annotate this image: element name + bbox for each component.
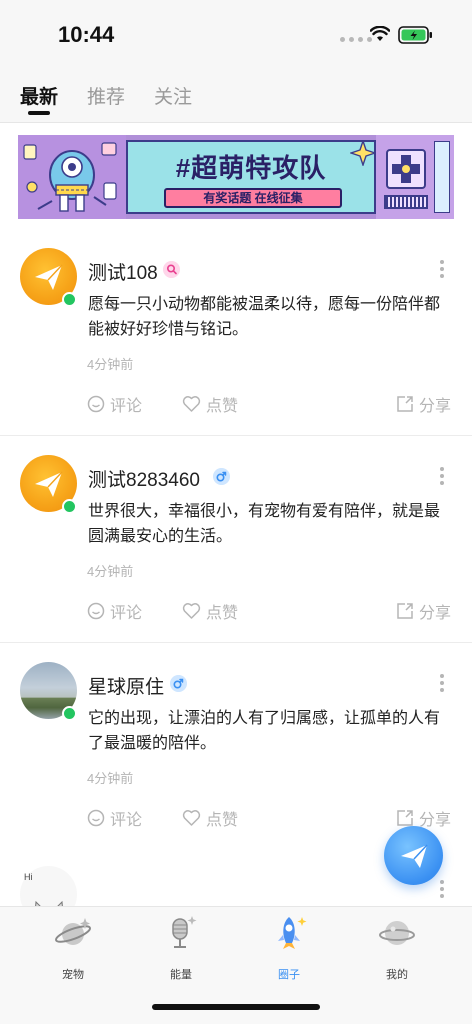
heart-icon (182, 396, 201, 412)
battery-icon (398, 26, 432, 44)
wifi-icon (370, 26, 390, 41)
post-time: 4分钟前 (87, 564, 134, 579)
topic-banner[interactable]: #超萌特攻队 有奖话题 在线征集 (18, 135, 454, 219)
banner-section: #超萌特攻队 有奖话题 在线征集 (0, 122, 472, 230)
comment-button[interactable]: 评论 (87, 806, 142, 830)
banner-subtitle: 有奖话题 在线征集 (164, 188, 342, 208)
online-status-dot (62, 292, 77, 307)
more-options-icon[interactable] (440, 260, 444, 278)
avatar-caption: Hi (24, 872, 33, 882)
like-label: 点赞 (206, 605, 239, 622)
username[interactable]: 星球原住 (88, 672, 164, 699)
share-button[interactable]: 分享 (396, 392, 451, 416)
post-content: 世界很大，幸福很小，有宠物有爱有陪伴，就是最圆满最安心的生活。 (88, 503, 441, 545)
sparkle-icon (350, 140, 376, 166)
comment-button[interactable]: 评论 (87, 392, 142, 416)
send-icon (401, 844, 428, 868)
banner-title: #超萌特攻队 (175, 153, 327, 183)
share-label: 分享 (419, 605, 452, 622)
tab-latest[interactable]: 最新 (20, 82, 58, 109)
like-button[interactable]: 点赞 (182, 392, 238, 416)
share-icon (397, 396, 413, 412)
more-options-icon[interactable] (440, 467, 444, 485)
share-label: 分享 (419, 398, 452, 415)
post-time: 4分钟前 (87, 357, 134, 372)
status-time: 10:44 (58, 22, 115, 47)
post-feed: 测试108 愿每一只小动物都能被温柔以待，愿每一份陪伴都能被好好珍惜与铭记。 4… (0, 230, 472, 906)
share-icon (397, 603, 413, 619)
dpad-icon (386, 149, 426, 189)
signal-dots-icon (340, 37, 372, 42)
comment-icon (87, 602, 105, 620)
share-button[interactable]: 分享 (396, 599, 451, 623)
share-label: 分享 (419, 812, 452, 829)
like-label: 点赞 (206, 398, 239, 415)
comment-label: 评论 (110, 812, 143, 829)
more-options-icon[interactable] (440, 880, 444, 898)
female-icon (163, 261, 180, 278)
comment-icon (87, 395, 105, 413)
post-actions: 评论 点赞 分享 (0, 392, 472, 418)
like-label: 点赞 (206, 812, 239, 829)
more-options-icon[interactable] (440, 674, 444, 692)
status-bar: 10:44 (0, 0, 472, 70)
planet-icon (54, 918, 92, 945)
banner-title-panel: #超萌特攻队 有奖话题 在线征集 (126, 140, 376, 214)
feed-tabs: 最新 推荐 关注 (0, 70, 472, 122)
nav-circle[interactable]: 圈子 (254, 913, 324, 982)
tab-following[interactable]: 关注 (154, 82, 192, 109)
publish-fab-button[interactable] (384, 826, 443, 885)
nav-profile[interactable]: 我的 (362, 913, 432, 982)
online-status-dot (62, 499, 77, 514)
comment-label: 评论 (110, 605, 143, 622)
comment-icon (87, 809, 105, 827)
comment-button[interactable]: 评论 (87, 599, 142, 623)
share-icon (397, 810, 413, 826)
male-icon (213, 468, 230, 485)
post-time: 4分钟前 (87, 771, 134, 786)
username[interactable]: 测试8283460 (88, 465, 200, 492)
post-content: 愿每一只小动物都能被温柔以待，愿每一份陪伴都能被好好珍惜与铭记。 (88, 296, 441, 338)
post-actions: 评论 点赞 分享 (0, 599, 472, 625)
home-indicator (152, 1004, 320, 1010)
banner-side-strip (434, 141, 450, 213)
nav-label: 我的 (386, 969, 408, 981)
post-card[interactable]: 测试108 愿每一只小动物都能被温柔以待，愿每一份陪伴都能被好好珍惜与铭记。 4… (0, 230, 472, 436)
mascot-icon (23, 142, 117, 212)
nav-label: 能量 (170, 969, 192, 981)
nav-energy[interactable]: 能量 (146, 913, 216, 982)
heart-icon (182, 810, 201, 826)
online-status-dot (62, 706, 77, 721)
game-controller-panel (376, 135, 454, 219)
tab-active-indicator (28, 111, 50, 115)
banner-illustration (18, 135, 126, 219)
nav-label: 圈子 (278, 969, 300, 981)
like-button[interactable]: 点赞 (182, 599, 238, 623)
speaker-grill-icon (384, 195, 428, 209)
heart-icon (182, 603, 201, 619)
like-button[interactable]: 点赞 (182, 806, 238, 830)
post-content: 它的出现，让漂泊的人有了归属感，让孤单的人有了最温暖的陪伴。 (88, 710, 441, 752)
planet-profile-icon (379, 921, 415, 945)
comment-label: 评论 (110, 398, 143, 415)
microphone-icon (172, 916, 197, 948)
nav-pets[interactable]: 宠物 (38, 913, 108, 982)
tab-recommended[interactable]: 推荐 (87, 82, 125, 109)
username[interactable]: 测试108 (88, 258, 158, 285)
male-icon (170, 675, 187, 692)
post-card[interactable]: 星球原住 它的出现，让漂泊的人有了归属感，让孤单的人有了最温暖的陪伴。 4分钟前… (0, 644, 472, 850)
nav-label: 宠物 (62, 969, 84, 981)
rocket-icon (278, 917, 307, 949)
post-card[interactable]: 测试8283460 世界很大，幸福很小，有宠物有爱有陪伴，就是最圆满最安心的生活… (0, 437, 472, 643)
